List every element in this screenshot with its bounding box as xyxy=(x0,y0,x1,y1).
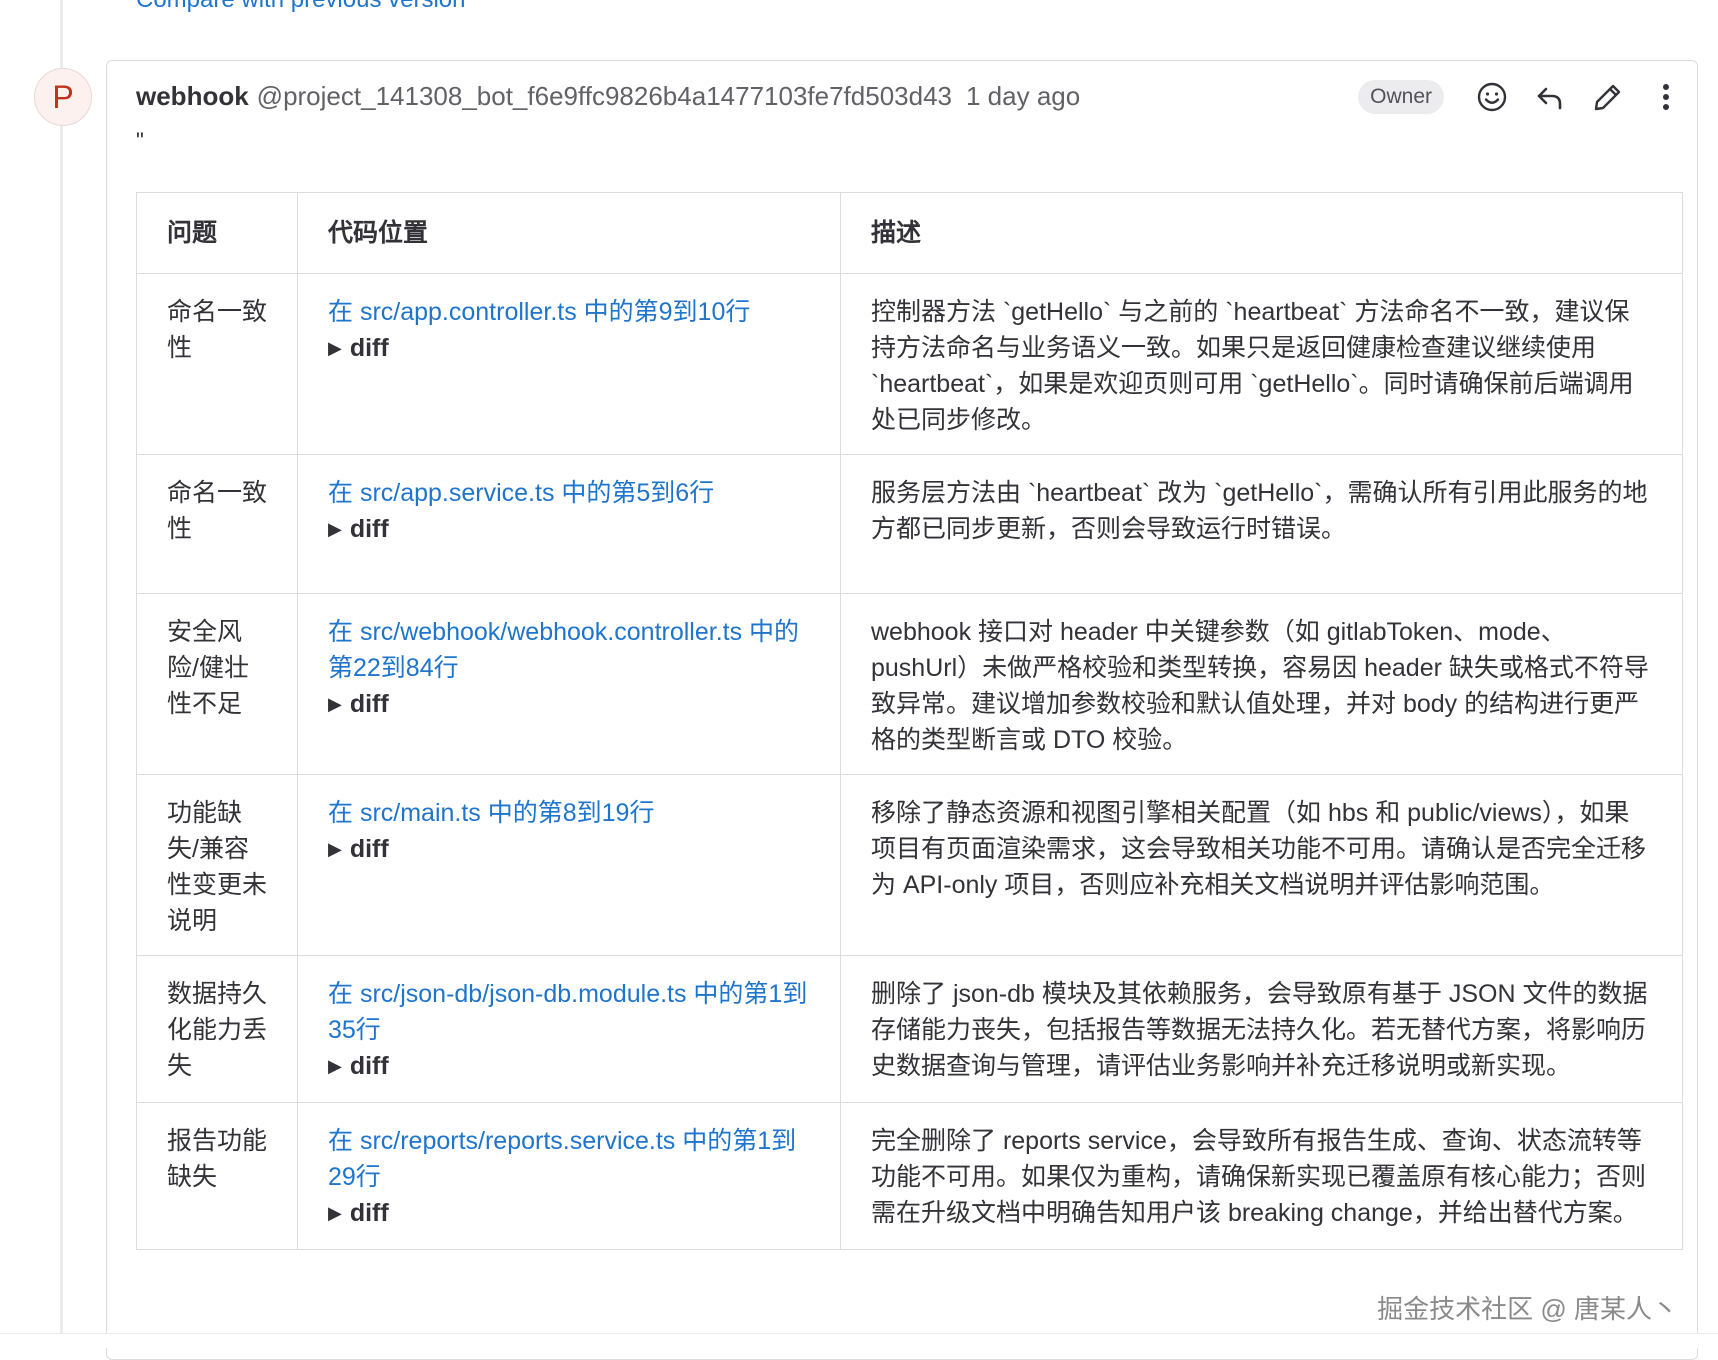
issue-cell: 命名一致性 xyxy=(136,454,298,594)
description-cell: 完全删除了 reports service，会导致所有报告生成、查询、状态流转等… xyxy=(840,1102,1683,1250)
code-location-link[interactable]: 在 src/json-db/json-db.module.ts 中的第1到35行 xyxy=(328,976,810,1048)
location-cell: 在 src/app.service.ts 中的第5到6行 ▶ diff xyxy=(297,454,841,594)
avatar[interactable]: P xyxy=(34,68,92,126)
location-cell: 在 src/main.ts 中的第8到19行 ▶ diff xyxy=(297,774,841,956)
diff-label: diff xyxy=(349,835,389,863)
diff-label: diff xyxy=(349,1052,389,1080)
location-cell: 在 src/json-db/json-db.module.ts 中的第1到35行… xyxy=(297,955,841,1103)
note-header: webhook @project_141308_bot_f6e9ffc9826b… xyxy=(136,78,1080,114)
issue-cell: 功能缺失/兼容性变更未说明 xyxy=(136,774,298,956)
column-header-issue: 问题 xyxy=(136,192,298,274)
diff-toggle[interactable]: ▶ diff xyxy=(328,1195,810,1233)
author-handle[interactable]: @project_141308_bot_f6e9ffc9826b4a147710… xyxy=(257,81,952,112)
location-cell: 在 src/reports/reports.service.ts 中的第1到29… xyxy=(297,1102,841,1250)
column-header-description: 描述 xyxy=(840,192,1683,274)
diff-toggle[interactable]: ▶ diff xyxy=(328,831,810,869)
timeline-line xyxy=(60,0,63,1348)
issue-cell: 安全风险/健壮性不足 xyxy=(136,593,298,775)
table-row: 命名一致性 在 src/app.controller.ts 中的第9到10行 ▶… xyxy=(136,273,1683,455)
compare-previous-version-link[interactable]: Compare with previous version xyxy=(136,0,465,12)
expand-triangle-icon: ▶ xyxy=(328,338,342,358)
table-row: 报告功能缺失 在 src/reports/reports.service.ts … xyxy=(136,1102,1683,1250)
reply-icon[interactable] xyxy=(1532,79,1568,115)
issue-cell: 数据持久化能力丢失 xyxy=(136,955,298,1103)
description-cell: 移除了静态资源和视图引擎相关配置（如 hbs 和 public/views），如… xyxy=(840,774,1683,956)
description-cell: webhook 接口对 header 中关键参数（如 gitlabToken、m… xyxy=(840,593,1683,775)
code-location-link[interactable]: 在 src/app.controller.ts 中的第9到10行 xyxy=(328,294,810,330)
note-timestamp[interactable]: 1 day ago xyxy=(966,81,1080,112)
watermark: 掘金技术社区 @ 唐某人丶 xyxy=(1377,1294,1678,1324)
diff-toggle[interactable]: ▶ diff xyxy=(328,511,810,549)
description-cell: 控制器方法 `getHello` 与之前的 `heartbeat` 方法命名不一… xyxy=(840,273,1683,455)
code-location-link[interactable]: 在 src/webhook/webhook.controller.ts 中的第2… xyxy=(328,614,810,686)
diff-label: diff xyxy=(349,334,389,362)
note-actions: Owner xyxy=(1358,78,1684,116)
bottom-divider xyxy=(0,1333,1718,1348)
diff-label: diff xyxy=(349,690,389,718)
table-header-row: 问题 代码位置 描述 xyxy=(136,192,1683,274)
location-cell: 在 src/app.controller.ts 中的第9到10行 ▶ diff xyxy=(297,273,841,455)
code-location-link[interactable]: 在 src/main.ts 中的第8到19行 xyxy=(328,795,810,831)
table-row: 功能缺失/兼容性变更未说明 在 src/main.ts 中的第8到19行 ▶ di… xyxy=(136,774,1683,956)
expand-triangle-icon: ▶ xyxy=(328,839,342,859)
table-row: 命名一致性 在 src/app.service.ts 中的第5到6行 ▶ diff… xyxy=(136,454,1683,594)
diff-toggle[interactable]: ▶ diff xyxy=(328,686,810,724)
issue-cell: 命名一致性 xyxy=(136,273,298,455)
review-table: 问题 代码位置 描述 命名一致性 在 src/app.controller.ts… xyxy=(136,192,1683,1250)
quote-mark: " xyxy=(136,128,144,153)
diff-toggle[interactable]: ▶ diff xyxy=(328,330,810,368)
description-cell: 服务层方法由 `heartbeat` 改为 `getHello`，需确认所有引用… xyxy=(840,454,1683,594)
expand-triangle-icon: ▶ xyxy=(328,694,342,714)
diff-label: diff xyxy=(349,515,389,543)
code-location-link[interactable]: 在 src/reports/reports.service.ts 中的第1到29… xyxy=(328,1123,810,1195)
smiley-icon[interactable] xyxy=(1474,79,1510,115)
role-badge: Owner xyxy=(1358,80,1444,114)
expand-triangle-icon: ▶ xyxy=(328,1056,342,1076)
expand-triangle-icon: ▶ xyxy=(328,1203,342,1223)
pencil-icon[interactable] xyxy=(1590,79,1626,115)
kebab-menu-icon[interactable] xyxy=(1648,79,1684,115)
code-location-link[interactable]: 在 src/app.service.ts 中的第5到6行 xyxy=(328,475,810,511)
diff-label: diff xyxy=(349,1199,389,1227)
table-row: 数据持久化能力丢失 在 src/json-db/json-db.module.t… xyxy=(136,955,1683,1103)
diff-toggle[interactable]: ▶ diff xyxy=(328,1048,810,1086)
column-header-location: 代码位置 xyxy=(297,192,841,274)
description-cell: 删除了 json-db 模块及其依赖服务，会导致原有基于 JSON 文件的数据存… xyxy=(840,955,1683,1103)
author-name[interactable]: webhook xyxy=(136,81,249,112)
expand-triangle-icon: ▶ xyxy=(328,519,342,539)
location-cell: 在 src/webhook/webhook.controller.ts 中的第2… xyxy=(297,593,841,775)
issue-cell: 报告功能缺失 xyxy=(136,1102,298,1250)
table-row: 安全风险/健壮性不足 在 src/webhook/webhook.control… xyxy=(136,593,1683,775)
